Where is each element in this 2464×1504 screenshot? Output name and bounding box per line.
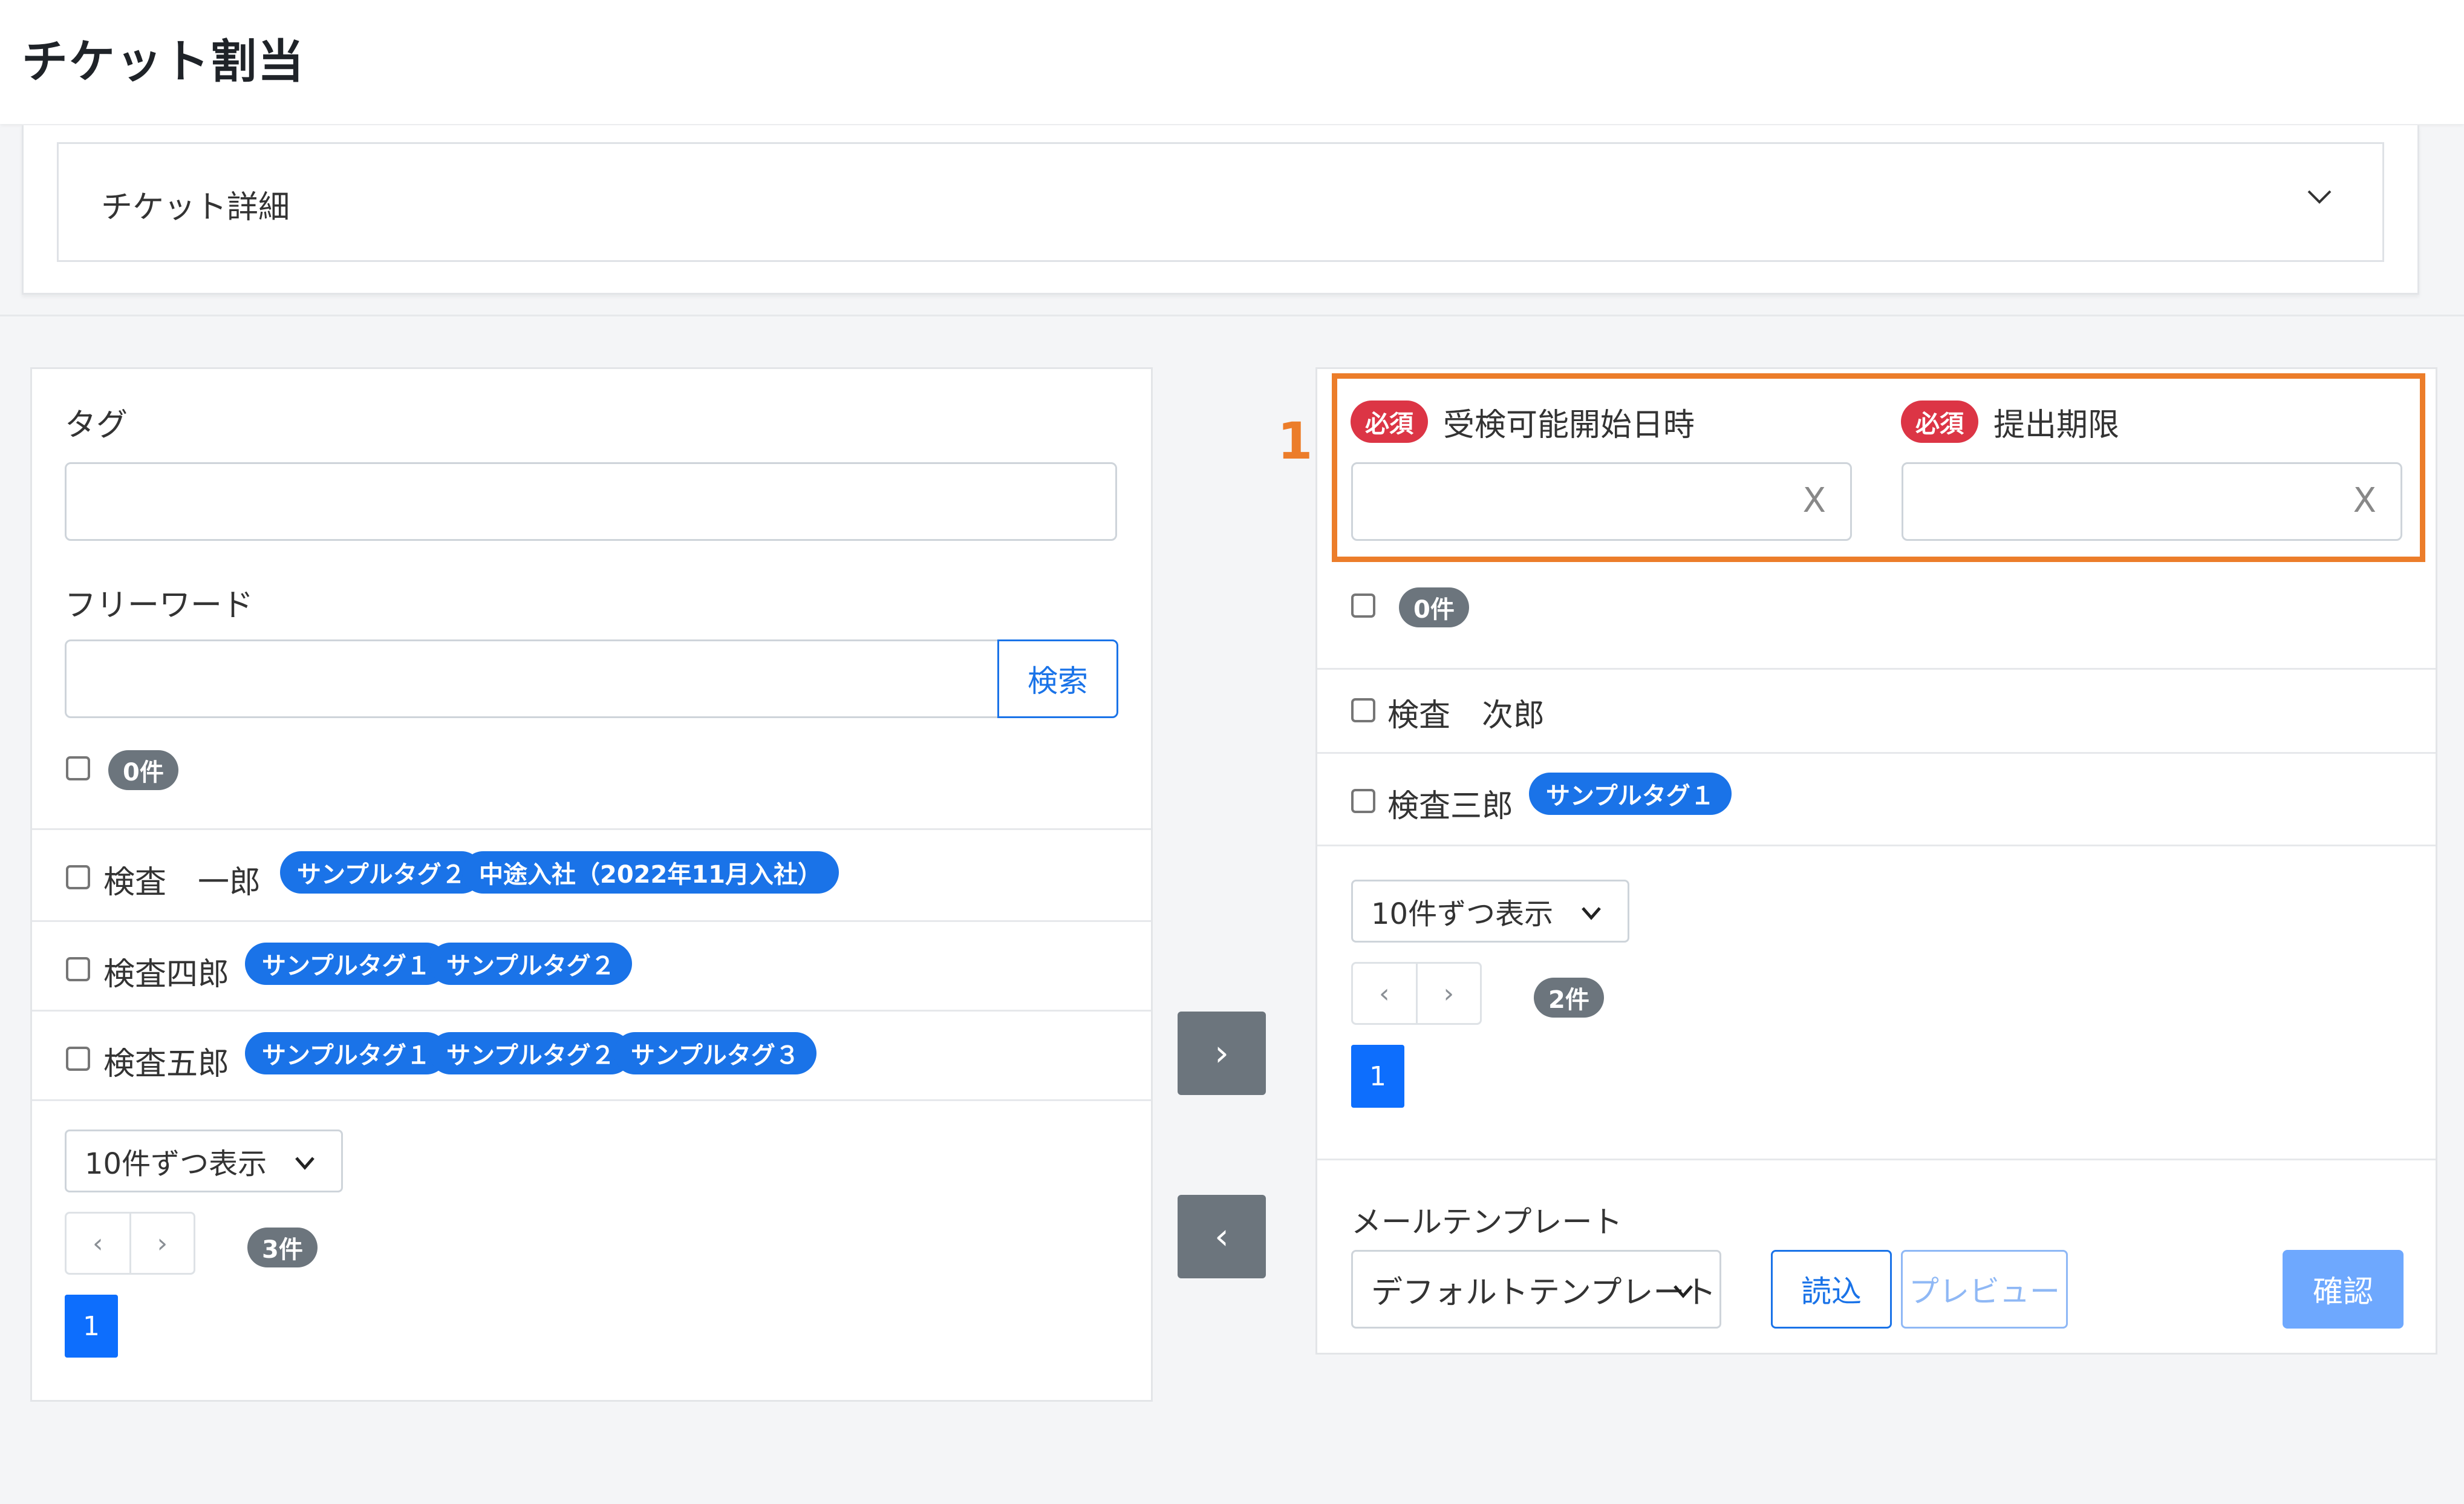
pager: ‹ › xyxy=(1351,962,1482,1025)
total-count-badge: 2件 xyxy=(1534,978,1604,1018)
chevron-down-icon xyxy=(2307,190,2332,204)
next-page-button[interactable]: › xyxy=(1415,964,1481,1023)
row-checkbox[interactable] xyxy=(1351,789,1375,813)
row-divider xyxy=(32,1010,1151,1012)
row-checkbox[interactable] xyxy=(66,865,90,889)
tag-badge: サンプルタグ１ xyxy=(245,943,448,985)
row-checkbox[interactable] xyxy=(66,957,90,981)
row-divider xyxy=(32,828,1151,830)
row-name: 検査五郎 xyxy=(103,1046,230,1082)
pager: ‹ › xyxy=(65,1212,195,1275)
row-checkbox[interactable] xyxy=(1351,698,1375,722)
freeword-input[interactable] xyxy=(65,639,1008,718)
page-header: チケット割当 xyxy=(0,0,2464,124)
row-divider xyxy=(32,920,1151,922)
page-size-select[interactable]: 10件ずつ表示 xyxy=(65,1130,343,1192)
load-button[interactable]: 読込 xyxy=(1771,1250,1892,1329)
tag-input[interactable] xyxy=(65,462,1117,541)
tag-badge: サンプルタグ１ xyxy=(1529,773,1732,815)
select-all-checkbox[interactable] xyxy=(1351,593,1375,618)
tag-badge: サンプルタグ１ xyxy=(245,1032,448,1074)
move-left-button[interactable]: ‹ xyxy=(1178,1195,1266,1278)
next-page-button[interactable]: › xyxy=(129,1214,194,1273)
page-size-select[interactable]: 10件ずつ表示 xyxy=(1351,880,1629,943)
move-right-button[interactable]: › xyxy=(1178,1012,1266,1095)
ticket-detail-label: チケット詳細 xyxy=(101,189,290,226)
chevron-left-icon: ‹ xyxy=(1214,1215,1229,1258)
row-name: 検査四郎 xyxy=(103,956,230,993)
prev-page-button[interactable]: ‹ xyxy=(1353,964,1416,1023)
mail-template-label: メールテンプレート xyxy=(1351,1205,1623,1240)
prev-page-button[interactable]: ‹ xyxy=(67,1214,129,1273)
page-size-value: 10件ずつ表示 xyxy=(1371,897,1554,931)
row-divider xyxy=(1317,668,2436,670)
tag-badge: サンプルタグ２ xyxy=(429,943,632,985)
callout-number: 1 xyxy=(1277,411,1313,471)
chevron-down-icon xyxy=(1674,1285,1693,1298)
unassigned-panel: タグ フリーワード 検索 0件 検査 一郎 サンプルタグ２ 中途入社（2022年… xyxy=(30,367,1153,1402)
total-count-badge: 3件 xyxy=(247,1228,318,1267)
page-number-button[interactable]: 1 xyxy=(1351,1045,1404,1108)
confirm-button[interactable]: 確認 xyxy=(2283,1250,2404,1329)
divider xyxy=(0,315,2464,316)
row-checkbox[interactable] xyxy=(66,1047,90,1071)
preview-button[interactable]: プレビュー xyxy=(1901,1250,2068,1329)
row-name: 検査 次郎 xyxy=(1387,698,1545,734)
ticket-detail-accordion[interactable]: チケット詳細 xyxy=(57,142,2384,262)
tag-label: タグ xyxy=(65,407,128,443)
tag-badge: サンプルタグ２ xyxy=(429,1032,632,1074)
mail-template-select[interactable]: デフォルトテンプレート xyxy=(1351,1250,1721,1329)
chevron-right-icon: › xyxy=(1214,1032,1229,1074)
row-name: 検査三郎 xyxy=(1387,788,1514,825)
page-title: チケット割当 xyxy=(22,34,305,88)
row-divider xyxy=(1317,845,2436,846)
row-divider xyxy=(1317,752,2436,754)
row-name: 検査 一郎 xyxy=(103,865,261,901)
page-size-value: 10件ずつ表示 xyxy=(85,1147,267,1181)
highlight-annotation-box xyxy=(1332,373,2425,562)
page-number-button[interactable]: 1 xyxy=(65,1295,118,1358)
row-divider xyxy=(32,1099,1151,1101)
search-button[interactable]: 検索 xyxy=(997,639,1118,718)
count-badge: 0件 xyxy=(108,750,178,790)
freeword-label: フリーワード xyxy=(65,587,254,624)
count-badge: 0件 xyxy=(1399,587,1469,627)
chevron-down-icon xyxy=(1582,907,1601,920)
tag-badge: 中途入社（2022年11月入社） xyxy=(462,851,839,894)
mail-template-value: デフォルトテンプレート xyxy=(1371,1274,1716,1311)
chevron-down-icon xyxy=(295,1157,315,1170)
tag-badge: サンプルタグ３ xyxy=(614,1032,816,1074)
row-divider xyxy=(1317,1159,2436,1160)
select-all-checkbox[interactable] xyxy=(66,756,90,780)
tag-badge: サンプルタグ２ xyxy=(280,851,483,894)
